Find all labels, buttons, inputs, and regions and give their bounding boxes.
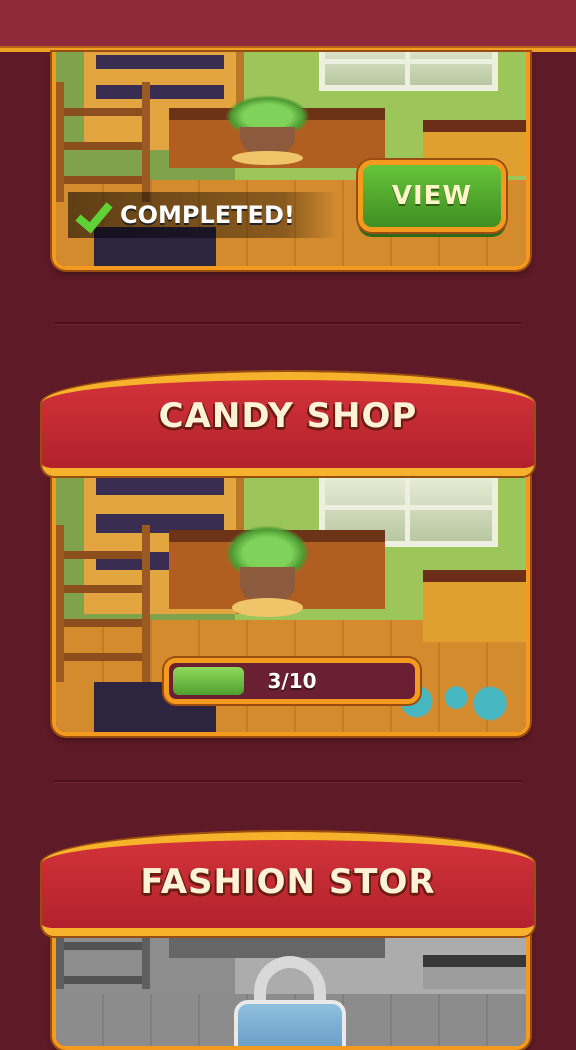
- shop-card-candy-shop[interactable]: 3/10: [52, 448, 530, 736]
- checkmark-icon: [74, 195, 114, 235]
- lock-icon: [234, 956, 346, 1046]
- banner-candy-shop: CANDY SHOP: [42, 372, 534, 476]
- shop-title: CANDY SHOP: [158, 396, 418, 436]
- top-header-bar: [0, 0, 576, 52]
- section-divider: [54, 322, 522, 324]
- shop-title: FASHION STOR: [140, 862, 436, 902]
- completed-status: COMPLETED!: [68, 192, 338, 238]
- progress-text: 3/10: [267, 669, 317, 693]
- view-button[interactable]: VIEW: [358, 160, 506, 232]
- shop-progress-bar: 3/10: [164, 658, 420, 704]
- completed-label: COMPLETED!: [120, 201, 295, 229]
- shop-card-completed: COMPLETED! VIEW: [52, 52, 530, 270]
- banner-fashion-store: FASHION STOR: [42, 832, 534, 936]
- section-divider: [54, 780, 522, 782]
